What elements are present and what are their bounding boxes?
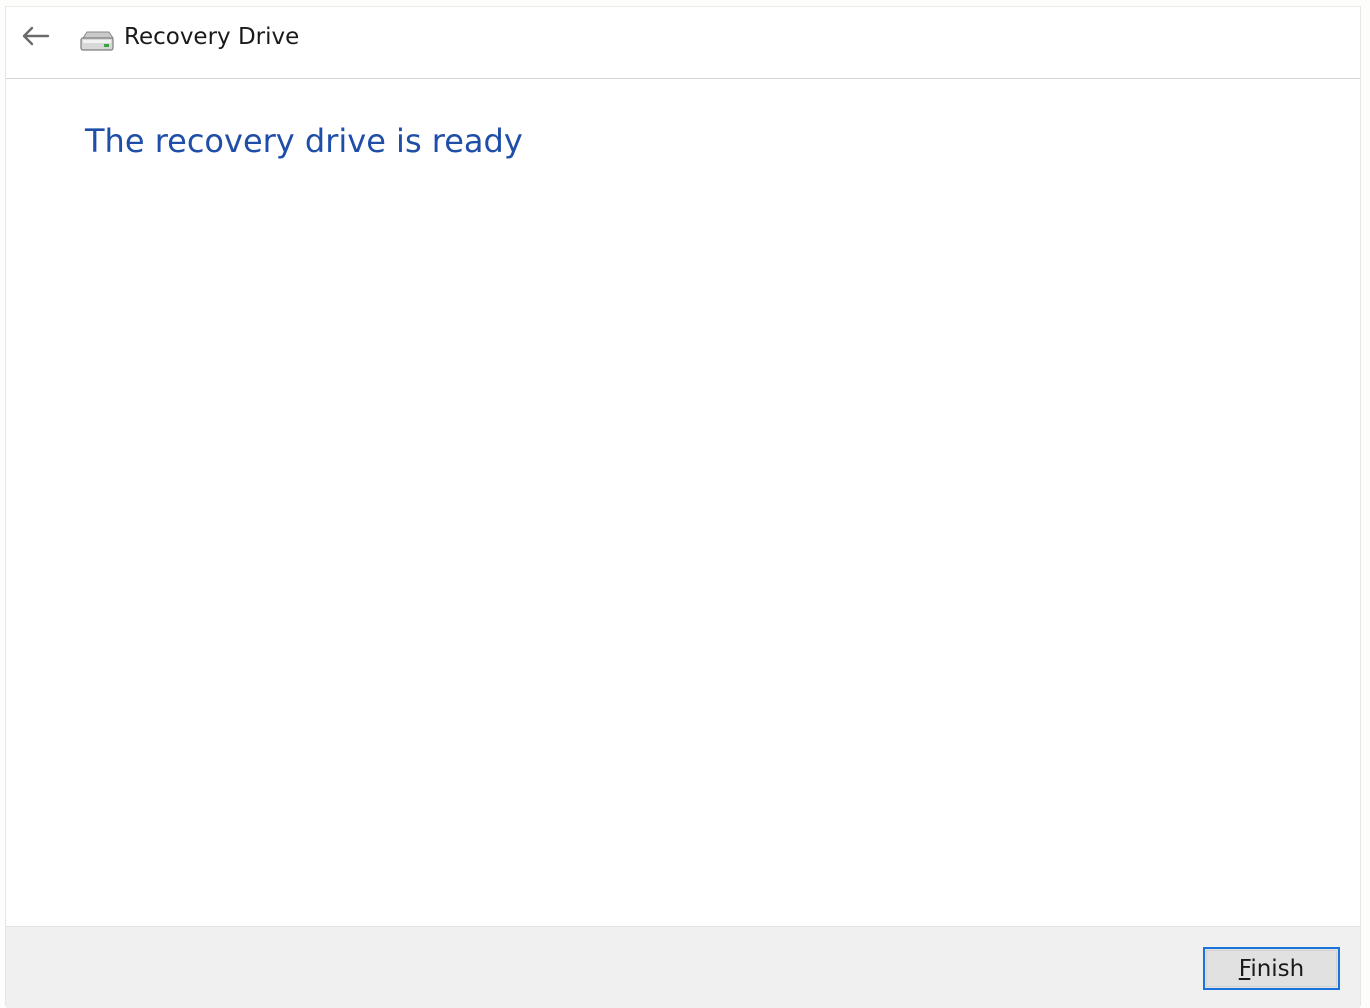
recovery-drive-window: Recovery Drive The recovery drive is rea… — [5, 6, 1361, 1008]
back-arrow-icon — [22, 26, 50, 46]
usb-drive-icon — [80, 31, 114, 51]
wizard-header: Recovery Drive — [6, 7, 1360, 79]
wizard-footer: Finish — [6, 926, 1360, 1008]
page-heading: The recovery drive is ready — [85, 122, 523, 160]
window-title: Recovery Drive — [124, 24, 300, 50]
finish-button-label: Finish — [1238, 955, 1305, 982]
back-button[interactable] — [16, 19, 54, 53]
finish-button[interactable]: Finish — [1203, 947, 1340, 990]
